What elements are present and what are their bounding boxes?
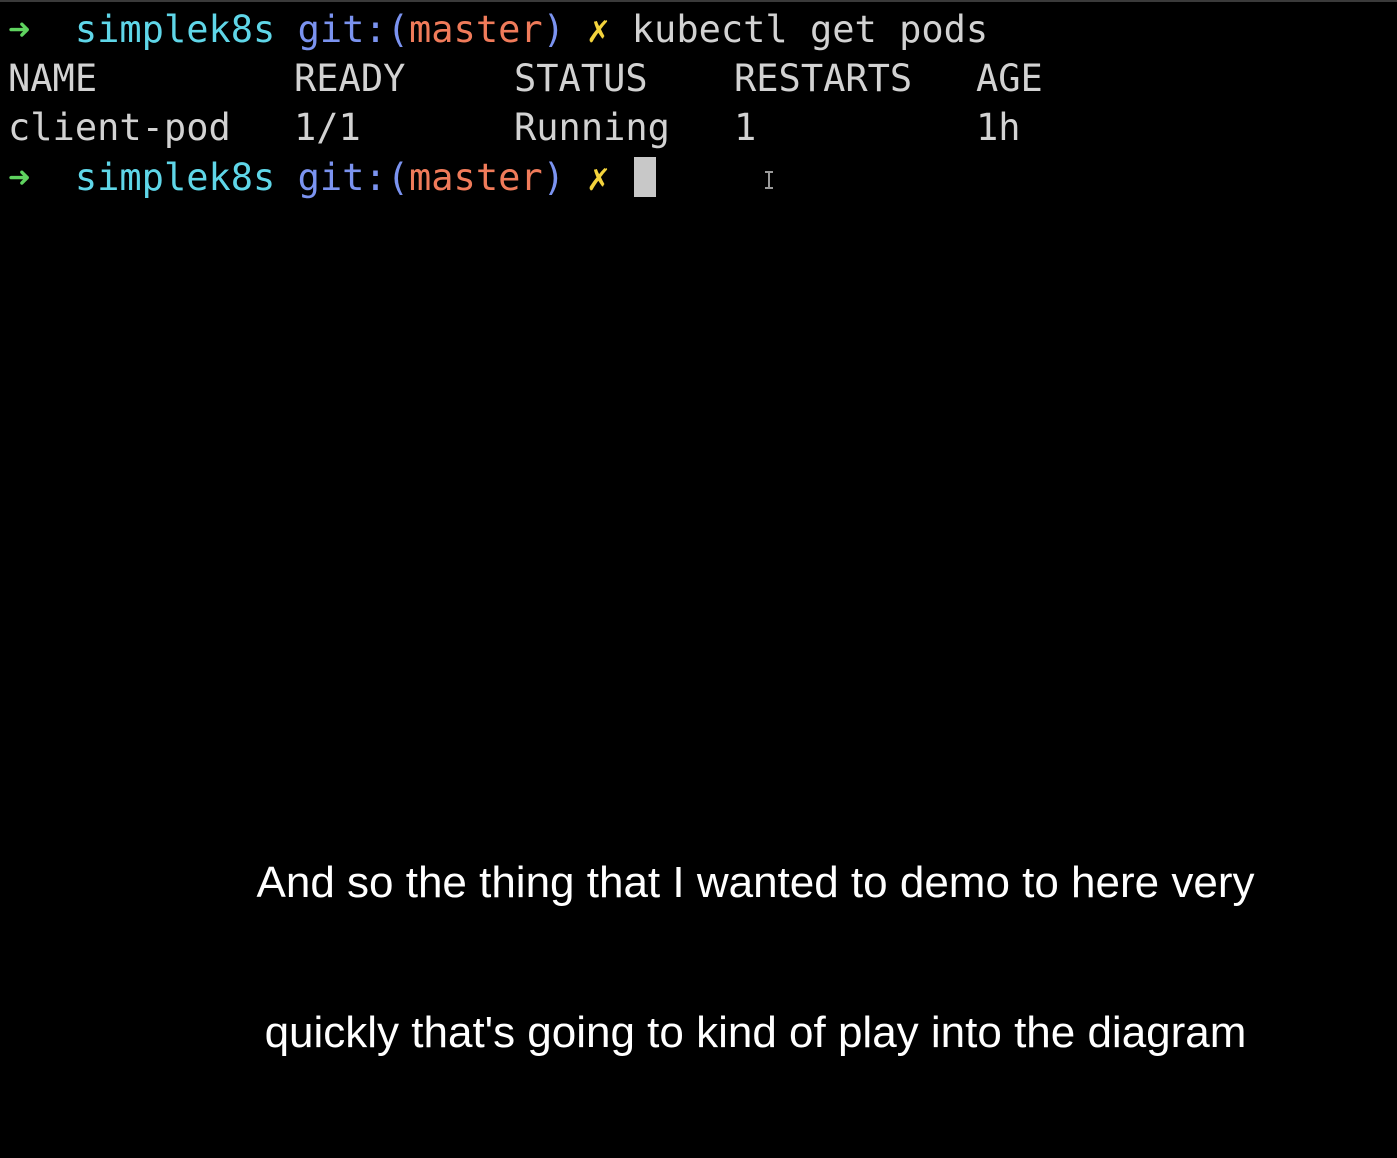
block-cursor-icon[interactable] [633, 156, 656, 197]
cell-status: Running [514, 106, 670, 149]
text-ibeam-cursor-icon [764, 170, 774, 190]
cell-restarts: 1 [734, 106, 757, 149]
table-row: client-pod 1/1 Running 1 1h [8, 104, 1021, 152]
prompt-line-command: ➜ simplek8s git:(master) ✗ kubectl get p… [8, 6, 988, 54]
video-subtitle: And so the thing that I wanted to demo t… [0, 758, 1397, 1158]
cell-pod-name: client-pod [8, 106, 231, 149]
command-text: kubectl get pods [631, 8, 989, 51]
prompt-line-current[interactable]: ➜ simplek8s git:(master) ✗ [8, 154, 656, 202]
header-ready: READY [294, 57, 406, 100]
subtitle-line-1: And so the thing that I wanted to demo t… [256, 858, 1255, 907]
prompt-git-branch: master [409, 8, 543, 51]
prompt-dirty-icon: ✗ [587, 156, 610, 199]
header-restarts: RESTARTS [734, 57, 913, 100]
terminal-window[interactable]: ➜ simplek8s git:(master) ✗ kubectl get p… [0, 0, 1397, 1057]
prompt-git-prefix: git:( [297, 156, 409, 199]
subtitle-line-2: quickly that's going to kind of play int… [264, 1008, 1247, 1057]
prompt-git-branch: master [409, 156, 543, 199]
cell-age: 1h [976, 106, 1021, 149]
prompt-git-suffix: ) [542, 8, 565, 51]
prompt-dirty-icon: ✗ [587, 8, 610, 51]
header-name: NAME [8, 57, 98, 100]
prompt-directory: simplek8s [74, 8, 276, 51]
cell-ready: 1/1 [294, 106, 361, 149]
header-status: STATUS [514, 57, 648, 100]
prompt-arrow-icon: ➜ [8, 156, 31, 199]
table-header-row: NAME READY STATUS RESTARTS AGE [8, 55, 1043, 103]
header-age: AGE [976, 57, 1043, 100]
prompt-git-prefix: git:( [297, 8, 409, 51]
prompt-directory: simplek8s [74, 156, 276, 199]
prompt-arrow-icon: ➜ [8, 8, 31, 51]
prompt-git-suffix: ) [542, 156, 565, 199]
